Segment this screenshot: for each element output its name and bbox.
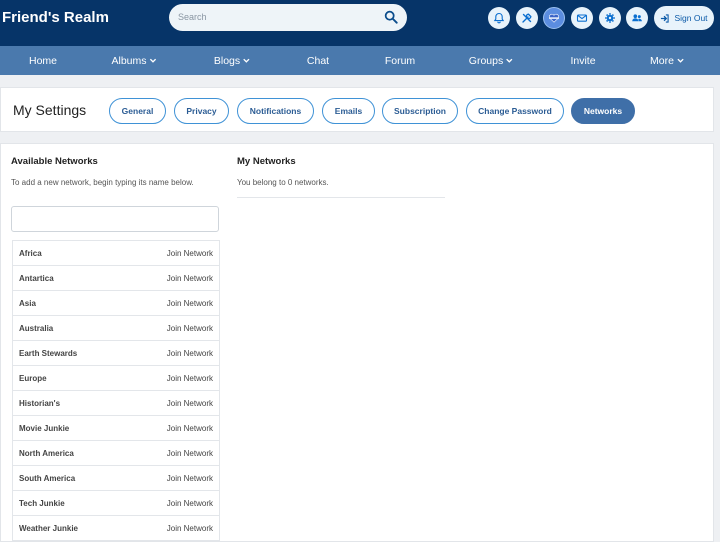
- network-name: Earth Stewards: [19, 348, 78, 358]
- chevron-down-icon: [506, 58, 513, 63]
- tab-change-password[interactable]: Change Password: [466, 98, 564, 124]
- nav-label: Forum: [384, 54, 416, 67]
- join-network-link[interactable]: Join Network: [167, 299, 213, 308]
- network-name: Movie Junkie: [19, 423, 70, 433]
- avatar[interactable]: [543, 7, 565, 29]
- list-item: Asia Join Network: [13, 291, 219, 316]
- nav-item-invite[interactable]: Invite: [570, 46, 595, 75]
- page-title: My Settings: [13, 102, 87, 118]
- sign-out-label: Sign Out: [674, 13, 708, 23]
- nav-item-groups[interactable]: Groups: [469, 46, 513, 75]
- available-networks-description: To add a new network, begin typing its n…: [11, 178, 194, 187]
- tab-networks[interactable]: Networks: [571, 98, 635, 124]
- join-network-link[interactable]: Join Network: [167, 249, 213, 258]
- network-name: Asia: [19, 298, 36, 308]
- network-list: Africa Join Network Antartica Join Network A…: [12, 240, 220, 541]
- list-item: South America Join Network: [13, 466, 219, 491]
- nav-label: Albums: [111, 54, 147, 67]
- settings-button[interactable]: [599, 7, 621, 29]
- join-network-link[interactable]: Join Network: [167, 524, 213, 533]
- search-placeholder: Search: [178, 12, 207, 22]
- friends-button[interactable]: [626, 7, 648, 29]
- list-item: Australia Join Network: [13, 316, 219, 341]
- join-network-link[interactable]: Join Network: [167, 424, 213, 433]
- list-item: Africa Join Network: [13, 241, 219, 266]
- bell-icon: [493, 12, 505, 24]
- messages-button[interactable]: [571, 7, 593, 29]
- tab-emails[interactable]: Emails: [322, 98, 375, 124]
- avatar-heart-icon: [549, 13, 559, 23]
- my-networks-title: My Networks: [237, 156, 296, 167]
- network-name: Historian's: [19, 398, 61, 408]
- list-item: Tech Junkie Join Network: [13, 491, 219, 516]
- nav-item-home[interactable]: Home: [29, 46, 57, 75]
- mail-icon: [576, 14, 588, 22]
- list-item: Weather Junkie Join Network: [13, 516, 219, 541]
- network-search-input[interactable]: [11, 206, 219, 232]
- list-item: Antartica Join Network: [13, 266, 219, 291]
- list-item: Europe Join Network: [13, 366, 219, 391]
- nav-item-chat[interactable]: Chat: [307, 46, 329, 75]
- chevron-down-icon: [677, 58, 684, 63]
- network-name: Europe: [19, 373, 47, 383]
- nav-item-more[interactable]: More: [650, 46, 684, 75]
- sign-out-button[interactable]: Sign Out: [654, 6, 714, 30]
- join-network-link[interactable]: Join Network: [167, 374, 213, 383]
- tools-button[interactable]: [516, 7, 538, 29]
- list-item: Movie Junkie Join Network: [13, 416, 219, 441]
- network-name: Antartica: [19, 273, 54, 283]
- join-network-link[interactable]: Join Network: [167, 274, 213, 283]
- gear-icon: [605, 13, 615, 23]
- join-network-link[interactable]: Join Network: [167, 399, 213, 408]
- tools-icon: [522, 13, 532, 23]
- join-network-link[interactable]: Join Network: [167, 499, 213, 508]
- nav-label: Chat: [306, 54, 330, 67]
- list-item: Historian's Join Network: [13, 391, 219, 416]
- network-name: Tech Junkie: [19, 498, 65, 508]
- users-icon: [632, 14, 642, 22]
- network-name: Australia: [19, 323, 54, 333]
- tab-notifications[interactable]: Notifications: [237, 98, 314, 124]
- nav-item-blogs[interactable]: Blogs: [214, 46, 250, 75]
- tab-general[interactable]: General: [109, 98, 166, 124]
- network-name: North America: [19, 448, 74, 458]
- nav-item-albums[interactable]: Albums: [111, 46, 157, 75]
- network-name: Weather Junkie: [19, 523, 78, 533]
- notifications-button[interactable]: [488, 7, 510, 29]
- chevron-down-icon: [243, 58, 250, 63]
- nav-label: More: [650, 54, 674, 67]
- search-box[interactable]: Search: [169, 4, 407, 31]
- available-networks-title: Available Networks: [11, 156, 98, 167]
- nav-label: Invite: [570, 54, 596, 67]
- top-header: Friend's Realm Search Sign Out: [0, 0, 720, 46]
- search-icon[interactable]: [384, 10, 398, 24]
- list-item: Earth Stewards Join Network: [13, 341, 219, 366]
- join-network-link[interactable]: Join Network: [167, 324, 213, 333]
- nav-item-forum[interactable]: Forum: [385, 46, 415, 75]
- network-name: South America: [19, 473, 76, 483]
- tab-privacy[interactable]: Privacy: [174, 98, 229, 124]
- network-name: Africa: [19, 248, 42, 258]
- nav-label: Home: [28, 54, 58, 67]
- chevron-down-icon: [149, 58, 157, 63]
- join-network-link[interactable]: Join Network: [167, 349, 213, 358]
- tab-subscription[interactable]: Subscription: [382, 98, 458, 124]
- join-network-link[interactable]: Join Network: [167, 449, 213, 458]
- networks-panel: Available Networks To add a new network,…: [0, 143, 714, 542]
- list-item: North America Join Network: [13, 441, 219, 466]
- my-networks-description: You belong to 0 networks.: [237, 178, 329, 187]
- main-nav: Home Albums Blogs Chat Forum Groups Invi…: [0, 46, 720, 75]
- sign-out-icon: [661, 13, 670, 23]
- settings-bar: My Settings General Privacy Notification…: [0, 87, 714, 132]
- join-network-link[interactable]: Join Network: [167, 474, 213, 483]
- divider: [237, 197, 445, 198]
- site-brand[interactable]: Friend's Realm: [2, 9, 109, 26]
- nav-label: Groups: [468, 54, 504, 67]
- nav-label: Blogs: [213, 54, 241, 67]
